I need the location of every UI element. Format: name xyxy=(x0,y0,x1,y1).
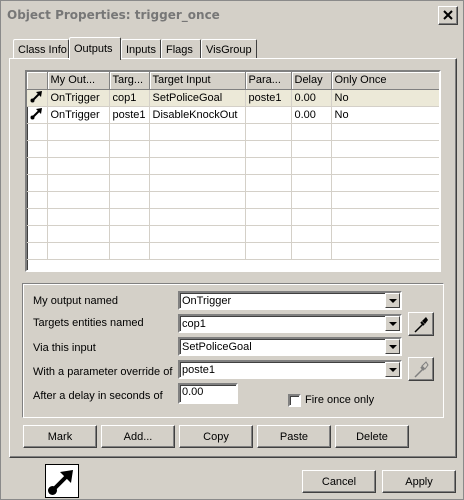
empty-row xyxy=(27,225,439,243)
empty-row xyxy=(27,208,439,226)
close-icon xyxy=(443,10,453,20)
tab-flags[interactable]: Flags xyxy=(161,39,201,59)
chevron-down-icon xyxy=(389,345,397,349)
delete-button[interactable]: Delete xyxy=(335,425,409,448)
cancel-button[interactable]: Cancel xyxy=(302,470,376,493)
list-header: My Out... Targ... Target Input Para... D… xyxy=(27,72,439,90)
dropdown-arrow[interactable] xyxy=(385,316,400,331)
output-connection-icon xyxy=(27,106,48,124)
tab-class-info[interactable]: Class Info xyxy=(13,39,69,59)
add-button[interactable]: Add... xyxy=(101,425,175,448)
chevron-down-icon xyxy=(389,368,397,372)
cell-delay: 0.00 xyxy=(291,89,332,107)
chevron-down-icon xyxy=(389,322,397,326)
target-entity-dropdown[interactable]: cop1 xyxy=(178,314,402,333)
column-header-target[interactable]: Targ... xyxy=(109,72,150,90)
cell-target: poste1 xyxy=(109,106,150,124)
tab-outputs[interactable]: Outputs xyxy=(69,37,121,60)
tab-label: Outputs xyxy=(74,43,113,55)
chevron-down-icon xyxy=(389,299,397,303)
tab-label: VisGroup xyxy=(206,44,252,56)
parameter-override-dropdown[interactable]: poste1 xyxy=(178,360,402,379)
cell-parameter: poste1 xyxy=(245,89,292,107)
empty-row xyxy=(27,140,439,158)
output-name-value: OnTrigger xyxy=(182,295,232,307)
empty-row xyxy=(27,157,439,175)
tab-visgroup[interactable]: VisGroup xyxy=(201,39,257,59)
empty-row xyxy=(27,174,439,192)
parameter-override-label: With a parameter override of xyxy=(33,366,173,378)
paste-button[interactable]: Paste xyxy=(257,425,331,448)
target-entity-value: cop1 xyxy=(182,318,206,330)
cell-target: cop1 xyxy=(109,89,150,107)
dropdown-arrow[interactable] xyxy=(385,293,400,308)
outputs-list[interactable]: My Out... Targ... Target Input Para... D… xyxy=(25,70,441,272)
column-header-delay[interactable]: Delay xyxy=(291,72,332,90)
tab-label: Inputs xyxy=(126,44,156,56)
object-properties-dialog: Object Properties: trigger_once Class In… xyxy=(0,0,464,500)
column-header-target-input[interactable]: Target Input xyxy=(149,72,246,90)
fire-once-label: Fire once only xyxy=(305,394,375,406)
mark-button[interactable]: Mark xyxy=(23,425,97,448)
delay-field[interactable] xyxy=(180,385,236,399)
cell-input: DisableKnockOut xyxy=(149,106,246,124)
output-named-label: My output named xyxy=(33,295,118,307)
delay-label: After a delay in seconds of xyxy=(33,390,163,402)
cell-input: SetPoliceGoal xyxy=(149,89,246,107)
cell-output: OnTrigger xyxy=(47,89,110,107)
cell-parameter xyxy=(245,106,292,124)
output-connection-icon-large xyxy=(45,464,79,498)
column-header-only-once[interactable]: Only Once xyxy=(331,72,439,90)
column-header-parameter[interactable]: Para... xyxy=(245,72,292,90)
tab-label: Class Info xyxy=(18,44,67,56)
output-connection-icon xyxy=(27,89,48,107)
title-bar: Object Properties: trigger_once xyxy=(2,2,462,29)
eyedropper-icon xyxy=(414,361,429,378)
table-row[interactable]: OnTrigger poste1 DisableKnockOut 0.00 No xyxy=(27,106,439,124)
pick-target-button[interactable] xyxy=(408,312,434,336)
cell-delay: 0.00 xyxy=(291,106,332,124)
close-button[interactable] xyxy=(438,6,458,25)
delay-input[interactable] xyxy=(178,383,238,404)
target-input-dropdown[interactable]: SetPoliceGoal xyxy=(178,337,402,356)
via-input-label: Via this input xyxy=(33,342,96,354)
tab-inputs[interactable]: Inputs xyxy=(121,39,161,59)
fire-once-checkbox[interactable] xyxy=(288,394,301,407)
window-title: Object Properties: trigger_once xyxy=(7,8,220,22)
empty-row xyxy=(27,191,439,209)
targets-named-label: Targets entities named xyxy=(33,317,144,329)
cell-output: OnTrigger xyxy=(47,106,110,124)
output-name-dropdown[interactable]: OnTrigger xyxy=(178,291,402,310)
table-row[interactable]: OnTrigger cop1 SetPoliceGoal poste1 0.00… xyxy=(27,89,439,107)
dropdown-arrow[interactable] xyxy=(385,362,400,377)
parameter-override-value: poste1 xyxy=(182,364,216,376)
copy-button[interactable]: Copy xyxy=(179,425,253,448)
tab-label: Flags xyxy=(166,44,193,56)
empty-row xyxy=(27,123,439,141)
column-header-icon[interactable] xyxy=(27,72,48,90)
column-header-output[interactable]: My Out... xyxy=(47,72,110,90)
pick-parameter-button[interactable] xyxy=(408,357,434,381)
eyedropper-icon xyxy=(414,317,428,333)
cell-only-once: No xyxy=(331,89,439,107)
cell-only-once: No xyxy=(331,106,439,124)
empty-row xyxy=(27,242,439,260)
apply-button[interactable]: Apply xyxy=(382,470,456,493)
dropdown-arrow[interactable] xyxy=(385,339,400,354)
target-input-value: SetPoliceGoal xyxy=(182,341,252,353)
